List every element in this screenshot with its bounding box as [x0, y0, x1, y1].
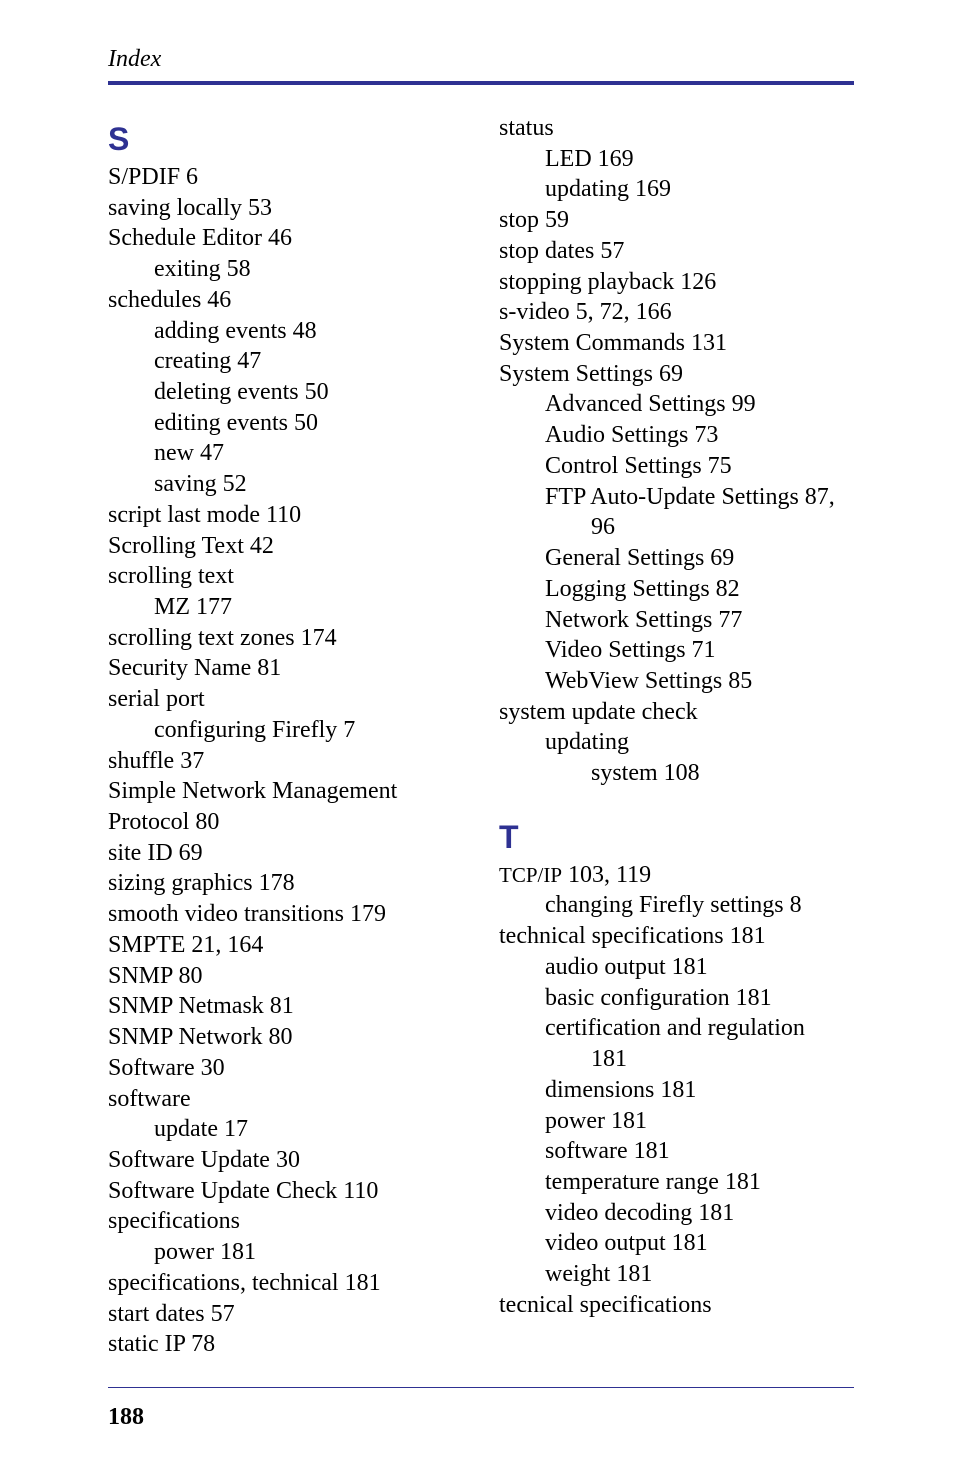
index-entry: schedules 46 [108, 285, 463, 316]
header-rule [108, 81, 854, 85]
left-entries: S/PDIF 6saving locally 53Schedule Editor… [108, 162, 463, 1360]
footer-rule [108, 1387, 854, 1389]
right-block1: statusLED 169updating 169stop 59stop dat… [499, 113, 854, 789]
index-entry: audio output 181 [499, 952, 854, 983]
index-entry: certification and regulation [499, 1013, 854, 1044]
index-entry: Software 30 [108, 1053, 463, 1084]
index-entry: specifications, technical 181 [108, 1268, 463, 1299]
index-entry: SMPTE 21, 164 [108, 930, 463, 961]
index-entry: Security Name 81 [108, 653, 463, 684]
index-entry: update 17 [108, 1114, 463, 1145]
page: Index S S/PDIF 6saving locally 53Schedul… [0, 0, 954, 1360]
index-entry: TCP/IP 103, 119 [499, 860, 854, 891]
index-entry: updating 169 [499, 174, 854, 205]
index-entry: MZ 177 [108, 592, 463, 623]
index-entry: saving locally 53 [108, 193, 463, 224]
index-entry: new 47 [108, 438, 463, 469]
index-entry: shuffle 37 [108, 746, 463, 777]
index-entry: WebView Settings 85 [499, 666, 854, 697]
index-entry: 96 [499, 512, 854, 543]
index-entry: Video Settings 71 [499, 635, 854, 666]
index-entry: S/PDIF 6 [108, 162, 463, 193]
index-entry: Advanced Settings 99 [499, 389, 854, 420]
index-entry: saving 52 [108, 469, 463, 500]
index-entry: dimensions 181 [499, 1075, 854, 1106]
tcpip-pages: 103, 119 [562, 862, 651, 888]
index-entry: configuring Firefly 7 [108, 715, 463, 746]
section-letter-t: T [499, 817, 854, 858]
index-entry: General Settings 69 [499, 543, 854, 574]
index-entry: 181 [499, 1044, 854, 1075]
right-column: statusLED 169updating 169stop 59stop dat… [499, 113, 854, 1360]
tcpip-label: TCP/IP [499, 863, 562, 887]
index-entry: LED 169 [499, 144, 854, 175]
index-entry: power 181 [499, 1106, 854, 1137]
right-block2: changing Firefly settings 8technical spe… [499, 890, 854, 1320]
index-entry: System Commands 131 [499, 328, 854, 359]
index-entry: SNMP Network 80 [108, 1022, 463, 1053]
section-letter-s: S [108, 119, 463, 160]
index-entry: deleting events 50 [108, 377, 463, 408]
index-entry: stop dates 57 [499, 236, 854, 267]
index-entry: serial port [108, 684, 463, 715]
index-entry: power 181 [108, 1237, 463, 1268]
index-entry: smooth video transitions 179 [108, 899, 463, 930]
index-entry: script last mode 110 [108, 500, 463, 531]
index-entry: FTP Auto-Update Settings 87, [499, 482, 854, 513]
index-entry: video output 181 [499, 1228, 854, 1259]
index-entry: status [499, 113, 854, 144]
index-entry: technical specifications 181 [499, 921, 854, 952]
index-entry: stop 59 [499, 205, 854, 236]
index-entry: software 181 [499, 1136, 854, 1167]
index-entry: Logging Settings 82 [499, 574, 854, 605]
index-entry: creating 47 [108, 346, 463, 377]
index-entry: exiting 58 [108, 254, 463, 285]
index-entry: Software Update 30 [108, 1145, 463, 1176]
footer: 188 [0, 1387, 954, 1432]
index-entry: SNMP 80 [108, 961, 463, 992]
index-entry: software [108, 1084, 463, 1115]
index-entry: Network Settings 77 [499, 605, 854, 636]
index-entry: tecnical specifications [499, 1290, 854, 1321]
index-entry: scrolling text [108, 561, 463, 592]
index-entry: Audio Settings 73 [499, 420, 854, 451]
index-entry: s-video 5, 72, 166 [499, 297, 854, 328]
index-entry: adding events 48 [108, 316, 463, 347]
columns: S S/PDIF 6saving locally 53Schedule Edit… [108, 113, 854, 1360]
index-entry: specifications [108, 1206, 463, 1237]
index-entry: temperature range 181 [499, 1167, 854, 1198]
index-entry: static IP 78 [108, 1329, 463, 1360]
index-entry: site ID 69 [108, 838, 463, 869]
index-entry: Scrolling Text 42 [108, 531, 463, 562]
index-entry: SNMP Netmask 81 [108, 991, 463, 1022]
index-entry: sizing graphics 178 [108, 868, 463, 899]
index-entry: editing events 50 [108, 408, 463, 439]
index-entry: Simple Network Management Protocol 80 [108, 776, 463, 837]
index-entry: system update check [499, 697, 854, 728]
index-entry: Schedule Editor 46 [108, 223, 463, 254]
index-entry: scrolling text zones 174 [108, 623, 463, 654]
index-entry: weight 181 [499, 1259, 854, 1290]
index-entry: changing Firefly settings 8 [499, 890, 854, 921]
index-entry: System Settings 69 [499, 359, 854, 390]
left-column: S S/PDIF 6saving locally 53Schedule Edit… [108, 113, 463, 1360]
index-entry: system 108 [499, 758, 854, 789]
index-entry: stopping playback 126 [499, 267, 854, 298]
index-entry: basic configuration 181 [499, 983, 854, 1014]
index-entry: Control Settings 75 [499, 451, 854, 482]
index-entry: start dates 57 [108, 1299, 463, 1330]
page-number: 188 [108, 1404, 854, 1431]
index-entry: updating [499, 727, 854, 758]
index-entry: video decoding 181 [499, 1198, 854, 1229]
running-head: Index [108, 46, 854, 73]
index-entry: Software Update Check 110 [108, 1176, 463, 1207]
